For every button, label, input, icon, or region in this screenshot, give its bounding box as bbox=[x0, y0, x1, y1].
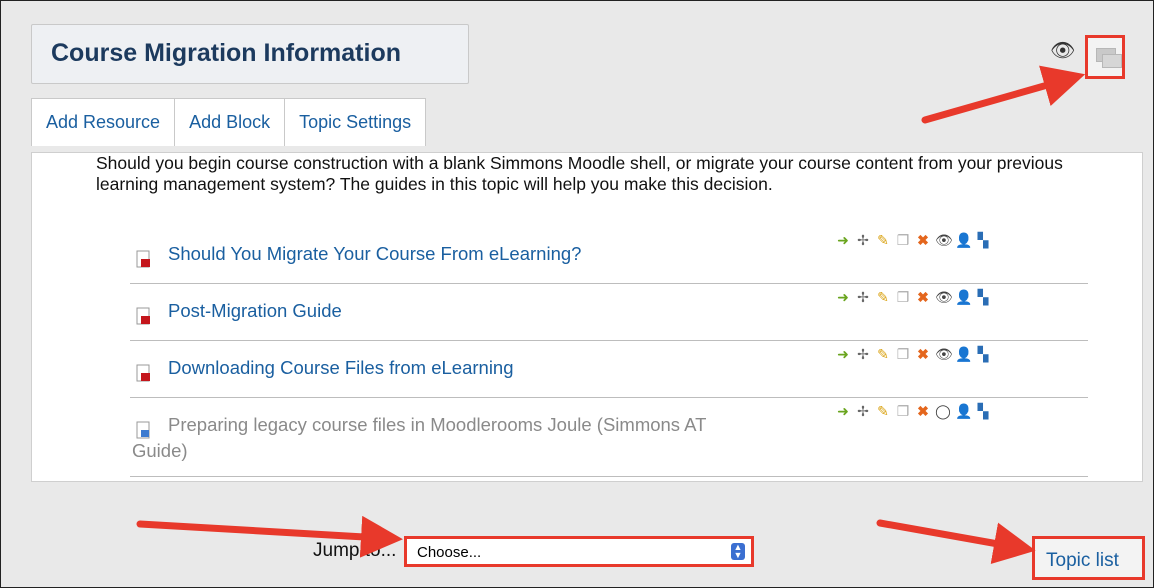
annotation-arrows bbox=[136, 65, 1086, 565]
arrow-to-topic-list bbox=[876, 519, 1036, 565]
arrow-to-section-toggle bbox=[921, 65, 1086, 124]
arrow-to-jump-menu bbox=[136, 515, 403, 558]
